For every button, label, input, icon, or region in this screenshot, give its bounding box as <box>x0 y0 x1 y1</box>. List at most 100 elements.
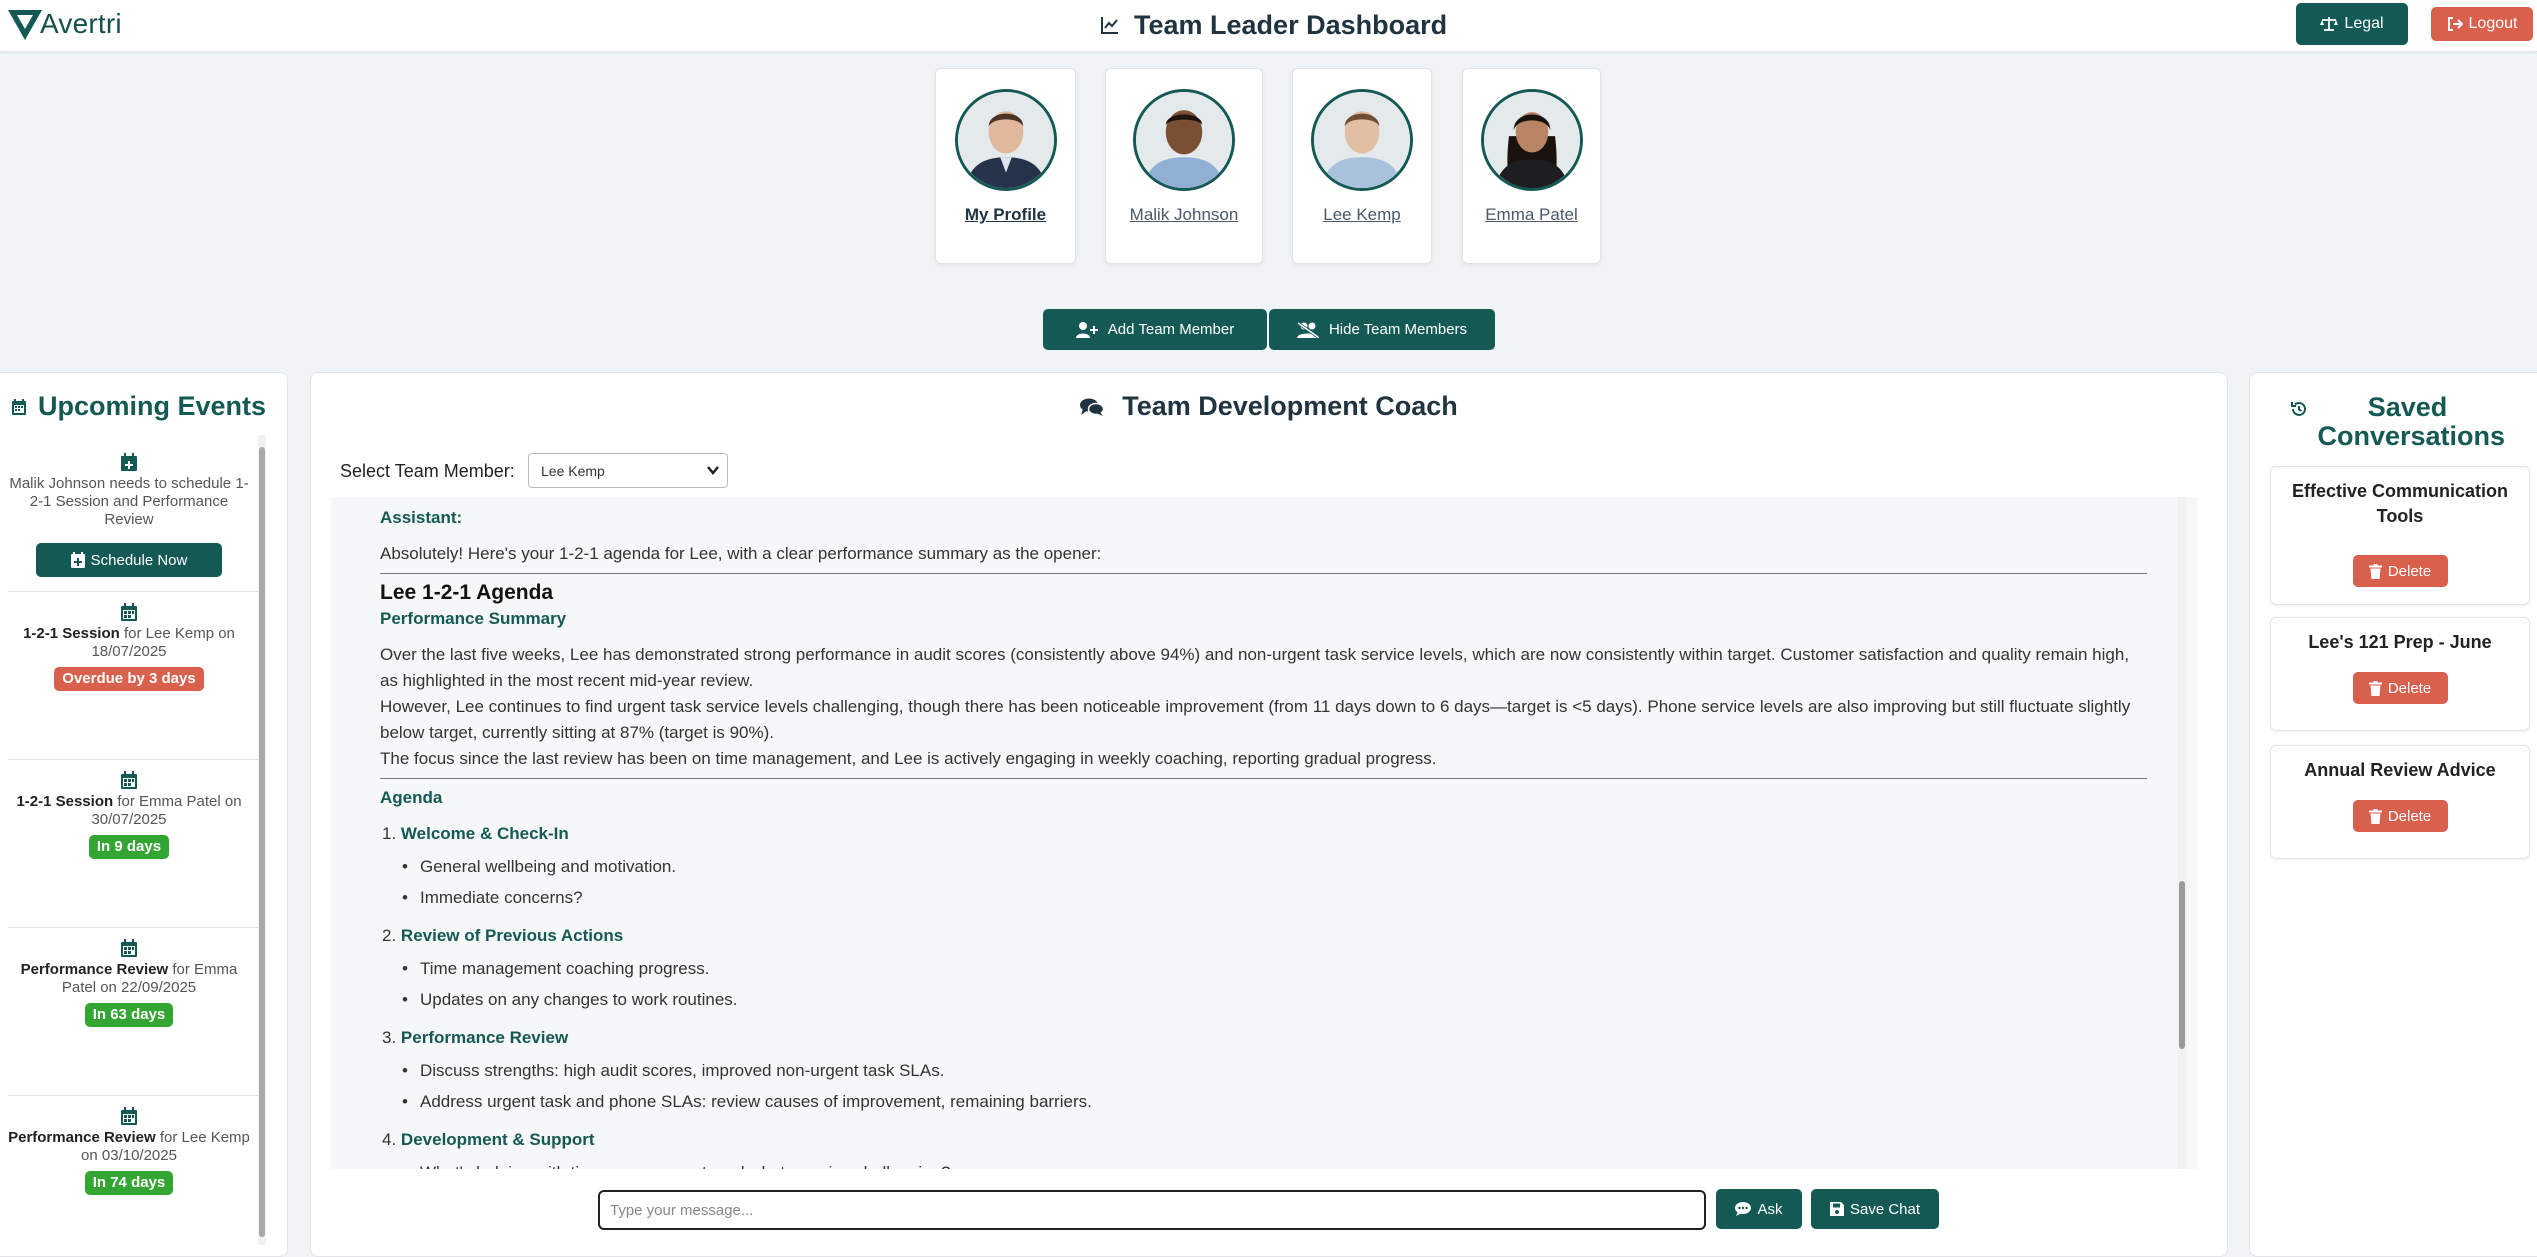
chart-line-icon <box>1101 17 1118 34</box>
delete-button[interactable]: Delete <box>2352 555 2448 587</box>
avatar <box>954 89 1057 191</box>
assistant-intro: Absolutely! Here's your 1-2-1 agenda for… <box>380 544 1102 563</box>
agenda-label: Agenda <box>380 788 443 807</box>
history-icon <box>2290 401 2306 416</box>
saved-conversation-card[interactable]: Annual Review Advice Delete <box>2270 745 2530 859</box>
calendar-plus-icon <box>121 453 137 471</box>
list-item: Time management coaching progress. <box>402 953 2147 984</box>
scrollbar-thumb[interactable] <box>259 447 265 1237</box>
legal-label: Legal <box>2344 15 2384 32</box>
comments-icon <box>1080 398 1105 416</box>
delete-button[interactable]: Delete <box>2352 800 2448 832</box>
member-link-lee-kemp[interactable]: Lee Kemp <box>1293 205 1431 225</box>
legal-button[interactable]: Legal <box>2296 3 2408 45</box>
calendar-icon <box>12 398 26 415</box>
avatar <box>1133 89 1235 191</box>
ask-button[interactable]: Ask <box>1716 1189 1802 1229</box>
person-avatar-icon <box>957 92 1054 188</box>
scale-icon <box>2320 17 2339 31</box>
person-avatar-icon <box>1136 92 1232 188</box>
agenda-item: 1. Welcome & Check-In <box>382 824 569 843</box>
calendar-icon <box>121 939 137 957</box>
saved-conversation-card[interactable]: Lee's 121 Prep - June Delete <box>2270 617 2530 731</box>
status-badge: In 9 days <box>88 835 170 859</box>
page-title: Team Leader Dashboard <box>1100 9 1447 41</box>
events-list[interactable]: Malik Johnson needs to schedule 1-2-1 Se… <box>0 435 258 1245</box>
summary-paragraph: The focus since the last review has been… <box>380 749 1437 768</box>
event-item: Performance Review for Emma Patel on 22/… <box>0 939 258 1027</box>
events-scrollbar[interactable] <box>258 435 266 1245</box>
calendar-plus-icon <box>70 552 85 568</box>
logo-mark-icon <box>8 10 42 40</box>
message-input[interactable] <box>598 1190 1706 1230</box>
agenda-bullets: General wellbeing and motivation. Immedi… <box>402 851 2147 913</box>
divider <box>8 759 258 760</box>
team-member-select[interactable]: Lee Kemp <box>528 453 728 488</box>
team-development-coach-panel: Team Development Coach Select Team Membe… <box>310 372 2228 1257</box>
member-card-emma-patel[interactable]: Emma Patel <box>1462 68 1601 264</box>
chevron-down-icon <box>707 466 719 475</box>
coach-title: Team Development Coach <box>311 391 2227 422</box>
agenda-item: 3. Performance Review <box>382 1028 569 1047</box>
agenda-item: 4. Development & Support <box>382 1130 595 1149</box>
avatar <box>1311 89 1413 191</box>
assistant-message: Assistant: Absolutely! Here's your 1-2-1… <box>380 505 2147 1169</box>
chat-messages[interactable]: Assistant: Absolutely! Here's your 1-2-1… <box>331 497 2197 1169</box>
save-chat-button[interactable]: Save Chat <box>1811 1189 1939 1229</box>
status-badge: In 63 days <box>84 1003 174 1027</box>
add-team-member-button[interactable]: Add Team Member <box>1043 309 1267 350</box>
summary-heading: Performance Summary <box>380 609 567 628</box>
calendar-icon <box>121 603 137 621</box>
logout-button[interactable]: Logout <box>2431 7 2533 41</box>
comment-dots-icon <box>1735 1202 1752 1216</box>
scrollbar-thumb[interactable] <box>2179 881 2185 1049</box>
event-item: 1-2-1 Session for Lee Kemp on 18/07/2025… <box>0 603 258 691</box>
avatar <box>1480 89 1583 191</box>
chat-scrollbar[interactable] <box>2177 497 2187 1169</box>
member-card-my-profile[interactable]: My Profile <box>935 68 1076 264</box>
conversation-title[interactable]: Lee's 121 Prep - June <box>2271 630 2529 655</box>
conversation-title[interactable]: Effective Communication Tools <box>2271 479 2529 529</box>
logout-label: Logout <box>2468 15 2518 32</box>
agenda-item: 2. Review of Previous Actions <box>382 926 624 945</box>
select-team-member-label: Select Team Member: <box>340 461 515 481</box>
member-link-emma-patel[interactable]: Emma Patel <box>1463 205 1600 225</box>
divider <box>8 927 258 928</box>
status-badge: Overdue by 3 days <box>54 667 204 691</box>
list-item: Address urgent task and phone SLAs: revi… <box>402 1086 2147 1117</box>
summary-paragraph: Over the last five weeks, Lee has demons… <box>380 645 2130 690</box>
selected-member: Lee Kemp <box>541 462 605 479</box>
trash-icon <box>2368 563 2382 579</box>
sign-out-icon <box>2447 17 2463 31</box>
list-item: Updates on any changes to work routines. <box>402 984 2147 1015</box>
logo-text: Avertri <box>40 8 122 39</box>
trash-icon <box>2368 808 2382 824</box>
event-text: Malik Johnson needs to schedule 1-2-1 Se… <box>9 475 249 528</box>
conversation-title[interactable]: Annual Review Advice <box>2271 758 2529 783</box>
logo[interactable]: Avertri <box>6 6 122 42</box>
member-card-lee-kemp[interactable]: Lee Kemp <box>1292 68 1432 264</box>
users-slash-icon <box>1296 321 1319 338</box>
schedule-now-button[interactable]: Schedule Now <box>36 543 222 577</box>
member-link-malik-johnson[interactable]: Malik Johnson <box>1106 205 1262 225</box>
agenda-bullets: What's helping with time management, and… <box>402 1157 2147 1169</box>
member-card-malik-johnson[interactable]: Malik Johnson <box>1105 68 1263 264</box>
saved-conversation-card[interactable]: Effective Communication Tools Delete <box>2270 466 2530 605</box>
calendar-icon <box>121 771 137 789</box>
saved-conversations-title: Saved Conversations <box>2250 393 2537 451</box>
list-item: Discuss strengths: high audit scores, im… <box>402 1055 2147 1086</box>
member-link-my-profile[interactable]: My Profile <box>936 205 1075 225</box>
person-avatar-icon <box>1483 92 1580 188</box>
agenda-heading: Lee 1-2-1 Agenda <box>380 581 554 604</box>
delete-button[interactable]: Delete <box>2352 672 2448 704</box>
summary-paragraph: However, Lee continues to find urgent ta… <box>380 697 2131 742</box>
add-team-member-label: Add Team Member <box>1107 321 1235 338</box>
divider <box>8 591 258 592</box>
user-plus-icon <box>1075 321 1098 338</box>
person-avatar-icon <box>1314 92 1410 188</box>
saved-conversations-panel: Saved Conversations Effective Communicat… <box>2249 372 2537 1257</box>
hide-team-members-button[interactable]: Hide Team Members <box>1269 309 1495 350</box>
agenda-bullets: Discuss strengths: high audit scores, im… <box>402 1055 2147 1117</box>
status-badge: In 74 days <box>84 1171 174 1195</box>
list-item: What's helping with time management, and… <box>402 1157 2147 1169</box>
